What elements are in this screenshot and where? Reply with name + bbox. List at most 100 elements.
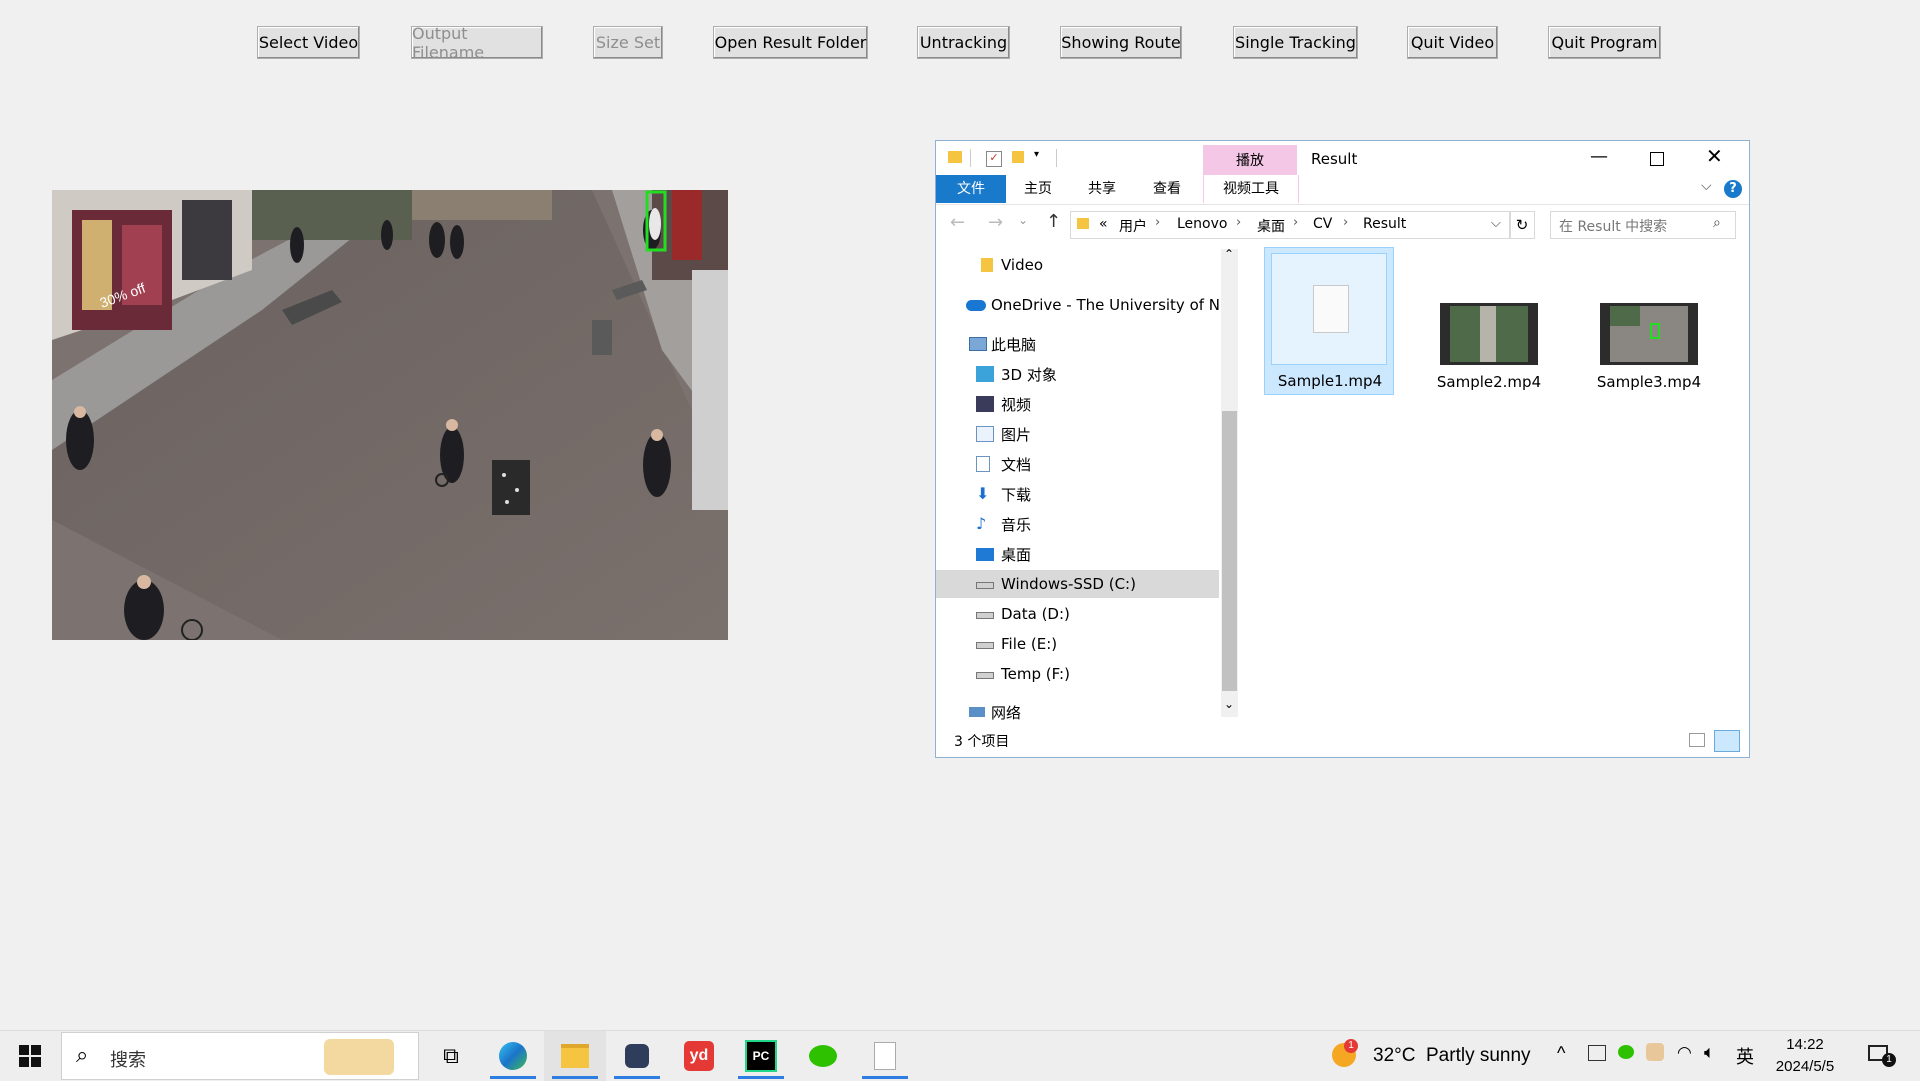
wechat-tray-icon[interactable] xyxy=(1618,1045,1634,1059)
cat-app-icon[interactable] xyxy=(606,1031,668,1081)
minimize-button[interactable]: — xyxy=(1590,146,1608,167)
details-view-icon[interactable] xyxy=(1689,733,1705,747)
tab-home[interactable]: 主页 xyxy=(1024,175,1052,203)
refresh-icon[interactable]: ↻ xyxy=(1509,211,1535,239)
showing-route-button[interactable]: Showing Route xyxy=(1060,26,1182,59)
forward-arrow-icon[interactable]: → xyxy=(988,212,1003,233)
tab-file[interactable]: 文件 xyxy=(936,175,1006,203)
breadcrumb-lenovo[interactable]: Lenovo xyxy=(1177,216,1227,232)
weather-text[interactable]: 32°C Partly sunny xyxy=(1373,1045,1531,1067)
file-item-sample2[interactable]: Sample2.mp4 xyxy=(1424,247,1554,395)
new-folder-icon[interactable] xyxy=(1012,151,1024,163)
nav-item-desktop[interactable]: 桌面 xyxy=(936,540,1219,568)
breadcrumb-overflow[interactable]: « xyxy=(1099,216,1108,232)
nav-item-documents[interactable]: 文档 xyxy=(936,450,1219,478)
nav-item-drive-f[interactable]: Temp (F:) xyxy=(936,660,1219,688)
breadcrumb-result[interactable]: Result xyxy=(1363,216,1406,232)
address-bar[interactable]: « 用户 › Lenovo › 桌面 › CV › Result ⌵ xyxy=(1070,211,1511,239)
help-icon[interactable]: ? xyxy=(1724,180,1742,198)
back-arrow-icon[interactable]: ← xyxy=(950,212,965,233)
notification-center-icon[interactable]: 1 xyxy=(1866,1043,1896,1069)
drive-c-icon xyxy=(976,582,994,589)
nav-item-drive-e[interactable]: File (E:) xyxy=(936,630,1219,658)
street-scene-image: 30% off xyxy=(52,190,728,640)
nav-label: 文档 xyxy=(1001,455,1032,474)
pycharm-icon[interactable]: PC xyxy=(730,1031,792,1081)
taskbar-search-box[interactable]: ⌕ 搜索 xyxy=(61,1032,419,1080)
play-context-tab[interactable]: 播放 xyxy=(1203,145,1297,175)
task-view-icon[interactable]: ⧉ xyxy=(420,1031,482,1081)
weather-badge: 1 xyxy=(1344,1039,1358,1053)
size-set-button[interactable]: Size Set xyxy=(593,26,663,59)
nav-scrollbar[interactable]: ⌃ ⌄ xyxy=(1221,247,1238,717)
nav-label: Video xyxy=(1001,256,1044,274)
show-hidden-icons-chevron[interactable]: ^ xyxy=(1557,1043,1565,1064)
tab-view[interactable]: 查看 xyxy=(1153,175,1181,203)
tab-share[interactable]: 共享 xyxy=(1088,175,1116,203)
wifi-icon[interactable]: ◠ xyxy=(1677,1043,1692,1063)
recent-locations-icon[interactable]: ⌄ xyxy=(1018,213,1028,227)
nav-item-this-pc[interactable]: 此电脑 xyxy=(936,330,1219,358)
tab-video-tools[interactable]: 视频工具 xyxy=(1203,175,1299,203)
blank-document-icon[interactable] xyxy=(854,1031,916,1081)
window-title: Result xyxy=(1311,150,1358,168)
nav-item-music[interactable]: ♪ 音乐 xyxy=(936,510,1219,538)
maximize-button[interactable] xyxy=(1650,152,1664,166)
address-dropdown-icon[interactable]: ⌵ xyxy=(1491,216,1501,231)
nav-item-network[interactable]: 网络 xyxy=(936,698,1219,726)
wechat-icon[interactable] xyxy=(792,1031,854,1081)
up-arrow-icon[interactable]: ↑ xyxy=(1046,211,1061,232)
youdao-icon[interactable]: yd xyxy=(668,1031,730,1081)
quick-access-dropdown-icon[interactable]: ▾ xyxy=(1034,149,1039,160)
ime-indicator[interactable]: 英 xyxy=(1736,1043,1754,1069)
drive-icon xyxy=(976,612,994,619)
file-item-sample3[interactable]: Sample3.mp4 xyxy=(1584,247,1714,395)
file-name: Sample3.mp4 xyxy=(1596,373,1702,391)
breadcrumb-cv[interactable]: CV xyxy=(1313,216,1332,232)
select-video-button[interactable]: Select Video xyxy=(257,26,360,59)
file-item-sample1[interactable]: Sample1.mp4 xyxy=(1264,247,1394,395)
scroll-up-icon[interactable]: ⌃ xyxy=(1224,247,1234,261)
folder-icon xyxy=(948,151,962,163)
untracking-button[interactable]: Untracking xyxy=(917,26,1010,59)
breadcrumb-users[interactable]: 用户 xyxy=(1119,216,1147,236)
breadcrumb-desktop[interactable]: 桌面 xyxy=(1257,216,1285,236)
expand-ribbon-icon[interactable]: ⌵ xyxy=(1701,178,1712,194)
volume-icon[interactable]: 🔈︎ xyxy=(1704,1042,1715,1063)
video-frame: 30% off xyxy=(52,190,728,640)
explorer-search-box[interactable]: 在 Result 中搜索 ⌕ xyxy=(1550,211,1736,239)
file-explorer-icon[interactable] xyxy=(544,1031,606,1081)
nav-label: 3D 对象 xyxy=(1001,365,1057,384)
desktop-folder-icon xyxy=(976,547,994,561)
start-button[interactable] xyxy=(0,1031,60,1081)
nav-item-pictures[interactable]: 图片 xyxy=(936,420,1219,448)
clock[interactable]: 14:22 2024/5/5 xyxy=(1770,1034,1840,1078)
weather-icon[interactable]: 1 xyxy=(1330,1039,1360,1069)
quit-program-button[interactable]: Quit Program xyxy=(1548,26,1661,59)
open-result-folder-button[interactable]: Open Result Folder xyxy=(713,26,868,59)
search-icon: ⌕ xyxy=(76,1042,89,1067)
scrollbar-thumb[interactable] xyxy=(1222,411,1237,691)
single-tracking-button[interactable]: Single Tracking xyxy=(1233,26,1358,59)
nav-item-drive-c[interactable]: Windows-SSD (C:) xyxy=(936,570,1219,598)
cat-tray-icon[interactable] xyxy=(1646,1043,1664,1061)
nav-item-onedrive[interactable]: OneDrive - The University of No xyxy=(936,291,1219,319)
onedrive-icon xyxy=(966,299,986,311)
large-icons-view-icon[interactable] xyxy=(1714,730,1740,752)
nav-item-video[interactable]: Video xyxy=(936,251,1219,279)
output-filename-button[interactable]: Output Filename xyxy=(411,24,543,62)
quit-video-button[interactable]: Quit Video xyxy=(1407,26,1498,59)
search-icon[interactable]: ⌕ xyxy=(1713,215,1721,231)
security-icon[interactable] xyxy=(1588,1045,1606,1061)
close-button[interactable]: ✕ xyxy=(1706,144,1723,168)
nav-label: 网络 xyxy=(991,703,1022,722)
edge-icon[interactable] xyxy=(482,1031,544,1081)
nav-item-videos[interactable]: 视频 xyxy=(936,390,1219,418)
this-pc-icon xyxy=(969,337,987,351)
videos-folder-icon xyxy=(976,396,994,412)
properties-icon[interactable]: ✓ xyxy=(986,151,1002,167)
nav-item-downloads[interactable]: ⬇ 下载 xyxy=(936,480,1219,508)
nav-item-3d-objects[interactable]: 3D 对象 xyxy=(936,360,1219,388)
nav-item-drive-d[interactable]: Data (D:) xyxy=(936,600,1219,628)
scroll-down-icon[interactable]: ⌄ xyxy=(1224,697,1234,711)
